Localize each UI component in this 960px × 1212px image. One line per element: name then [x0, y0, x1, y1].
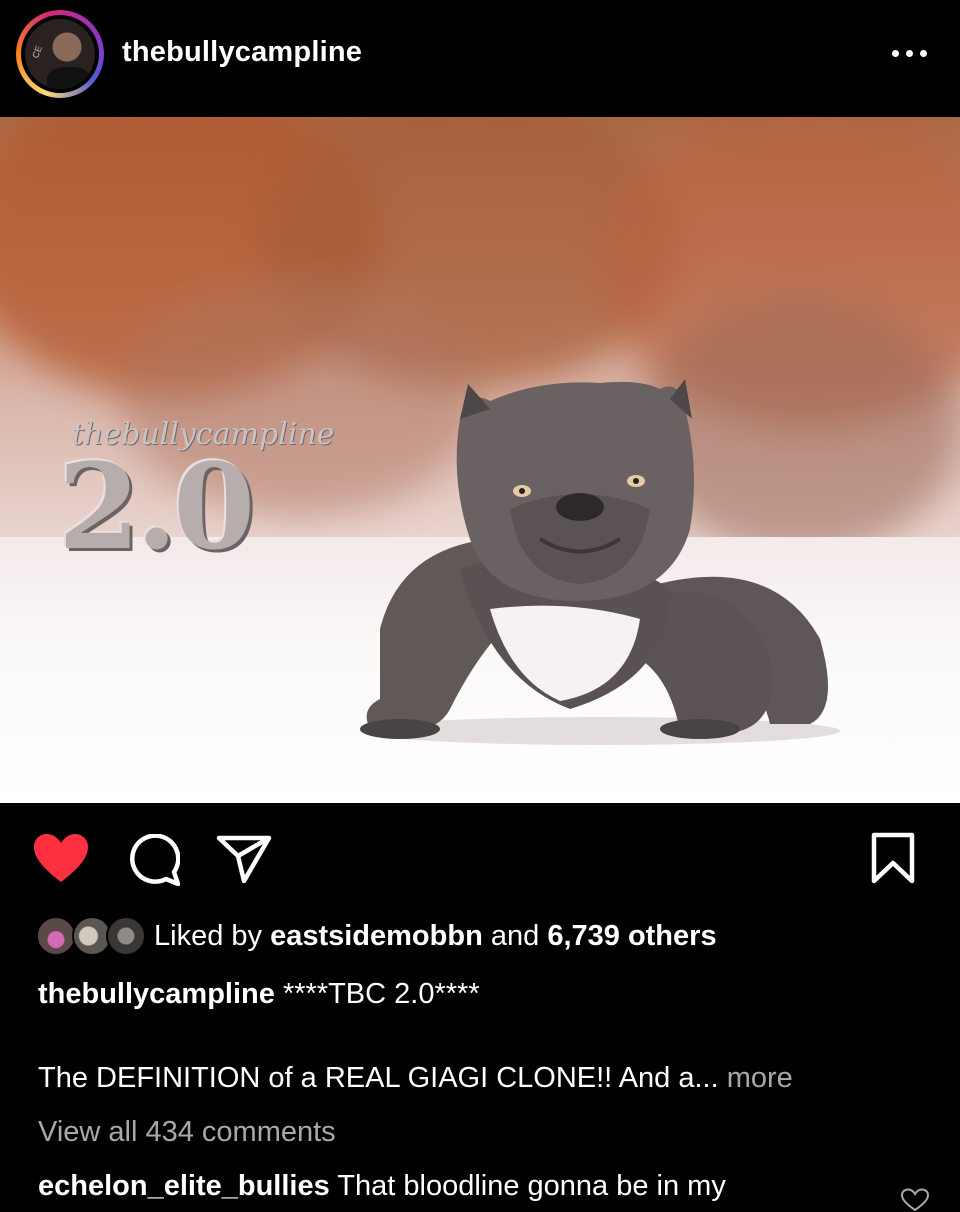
- post-image[interactable]: thebullycampline 2.0: [0, 117, 960, 803]
- liker-avatar: [106, 916, 146, 956]
- caption-description-text: The DEFINITION of a REAL GIAGI CLONE!! A…: [38, 1062, 719, 1094]
- liked-by-user[interactable]: eastsidemobbn: [270, 920, 483, 952]
- liker-avatar: [36, 916, 76, 956]
- likes-prefix: Liked by: [154, 920, 263, 952]
- likes-summary[interactable]: Liked by eastsidemobbn and 6,739 others: [36, 912, 936, 962]
- caption-text: ****TBC 2.0****: [282, 978, 480, 1010]
- post-header: CE thebullycampline: [0, 0, 960, 116]
- likes-count[interactable]: 6,739 others: [547, 920, 716, 952]
- comment-username[interactable]: echelon_elite_bullies: [38, 1170, 330, 1202]
- comment-item: echelon_elite_bullies That bloodline gon…: [38, 1170, 726, 1203]
- more-link[interactable]: more: [727, 1062, 793, 1094]
- story-avatar[interactable]: CE: [16, 10, 104, 98]
- heart-filled-icon[interactable]: [32, 832, 90, 884]
- avatar-badge: CE: [30, 44, 45, 60]
- dog-illustration: [360, 379, 840, 745]
- paper-plane-icon[interactable]: [216, 834, 272, 884]
- comment-like-icon[interactable]: [900, 1188, 930, 1212]
- avatar: CE: [25, 19, 95, 89]
- caption: thebullycampline ****TBC 2.0****: [38, 978, 480, 1011]
- comment-text: That bloodline gonna be in my: [337, 1170, 726, 1202]
- caption-description: The DEFINITION of a REAL GIAGI CLONE!! A…: [38, 1062, 793, 1095]
- more-horizontal-icon[interactable]: [888, 44, 932, 64]
- watermark-number: 2.0: [58, 437, 255, 576]
- post-username[interactable]: thebullycampline: [122, 36, 362, 69]
- bookmark-icon[interactable]: [870, 832, 916, 884]
- likes-conjunction: and: [490, 920, 540, 952]
- comment-bubble-icon[interactable]: [128, 834, 180, 886]
- caption-username[interactable]: thebullycampline: [38, 978, 275, 1010]
- view-all-comments-link[interactable]: View all 434 comments: [38, 1116, 336, 1149]
